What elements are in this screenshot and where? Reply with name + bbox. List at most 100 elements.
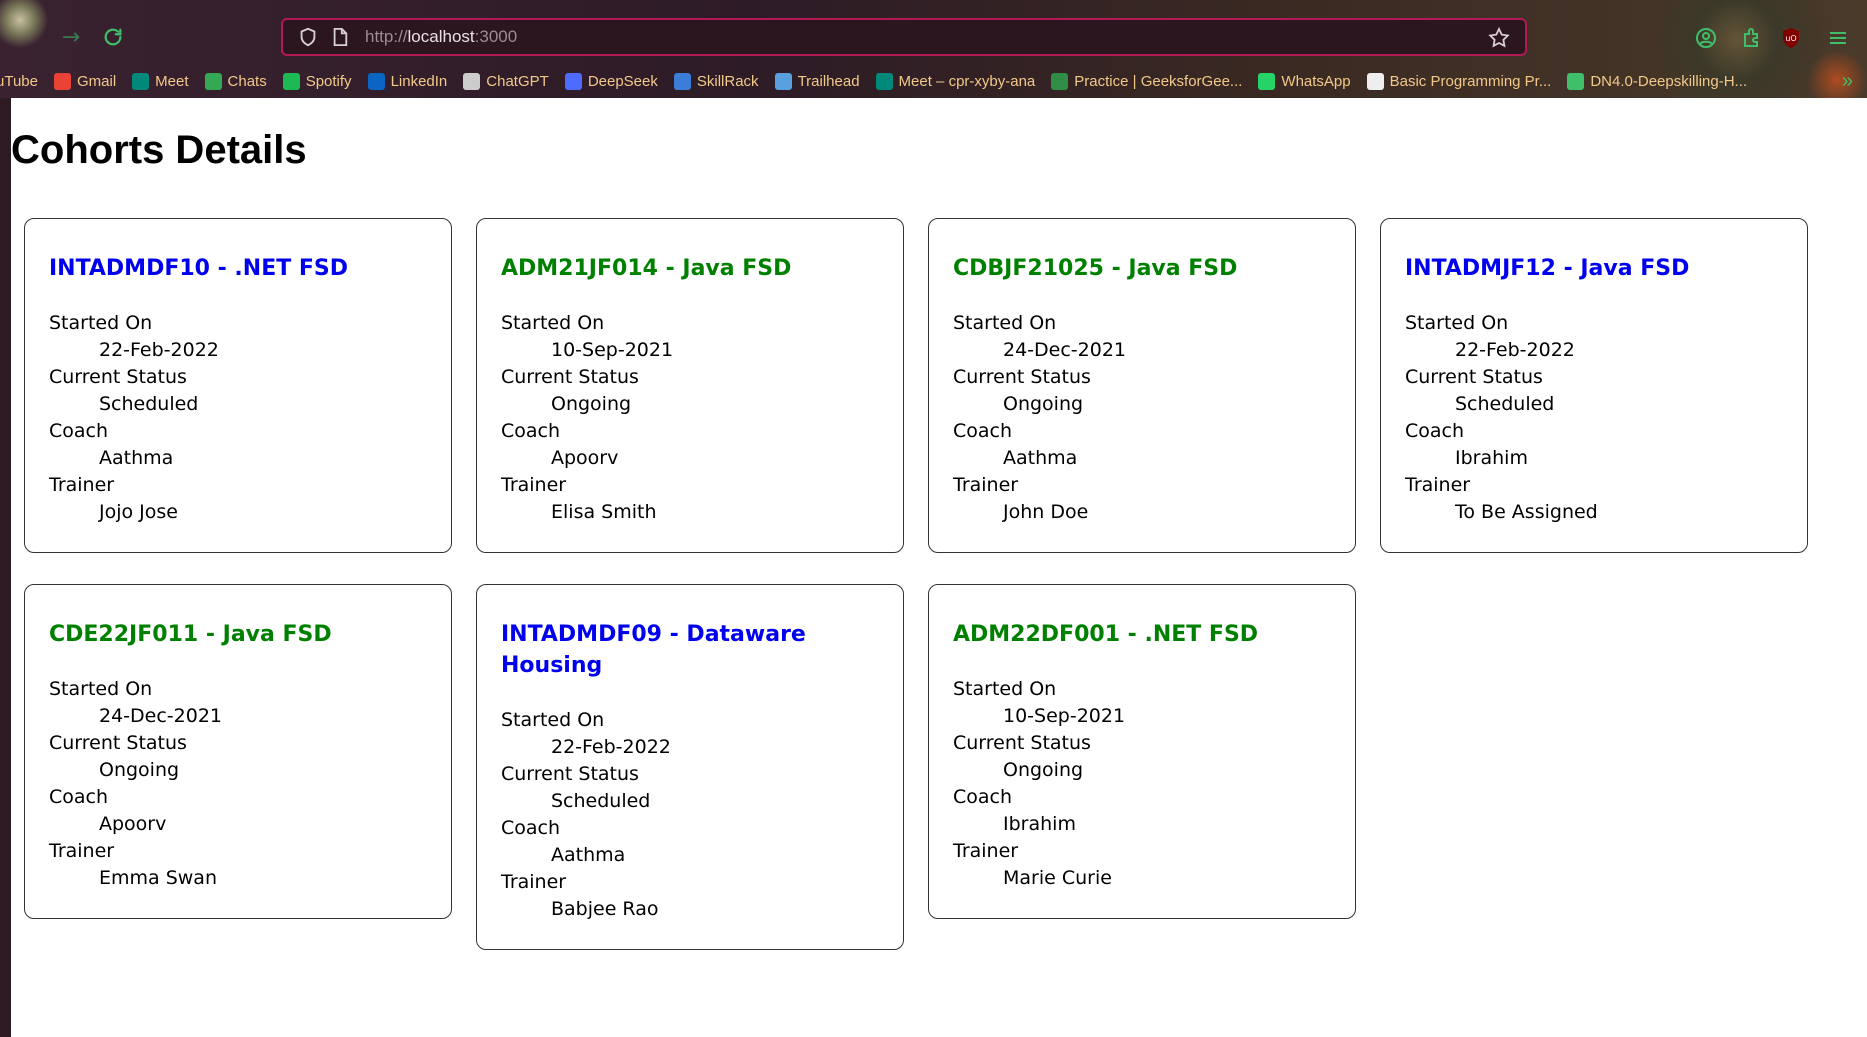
reload-button[interactable] xyxy=(98,22,128,52)
cohort-title: CDBJF21025 - Java FSD xyxy=(953,256,1238,281)
coach-label: Coach xyxy=(501,420,561,442)
coach-value: Apoorv xyxy=(551,447,619,469)
current-status-label: Current Status xyxy=(953,366,1091,388)
current-status-value: Ongoing xyxy=(99,759,180,781)
cohort-card: CDE22JF011 - Java FSD Started On 24-Dec-… xyxy=(24,584,452,919)
ublock-icon[interactable]: uO xyxy=(1779,26,1803,50)
browser-toolbar: → http://localhost:3000 uO uTube Gmail Mee… xyxy=(0,0,1867,98)
coach-label: Coach xyxy=(501,817,561,839)
bookmark-label: Spotify xyxy=(305,72,352,90)
bookmark-item[interactable]: DeepSeek xyxy=(564,72,658,90)
meet-icon xyxy=(132,72,150,90)
started-on-value: 22-Feb-2022 xyxy=(1455,339,1575,361)
spotify-icon xyxy=(282,72,300,90)
bookmark-label: Trailhead xyxy=(797,72,860,90)
current-status-value: Scheduled xyxy=(99,393,199,415)
coach-label: Coach xyxy=(953,786,1013,808)
started-on-label: Started On xyxy=(49,678,153,700)
coach-label: Coach xyxy=(953,420,1013,442)
cohort-details: Started On 22-Feb-2022 Current Status Sc… xyxy=(1405,310,1783,526)
globe-icon xyxy=(1567,72,1585,90)
cohort-title: INTADMJF12 - Java FSD xyxy=(1405,256,1690,281)
bookmark-label: DeepSeek xyxy=(587,72,658,90)
skillrack-icon xyxy=(673,72,691,90)
bookmark-item[interactable]: Chats xyxy=(204,72,267,90)
url-port: :3000 xyxy=(474,27,518,46)
started-on-label: Started On xyxy=(953,312,1057,334)
started-on-label: Started On xyxy=(49,312,153,334)
cohort-title: ADM21JF014 - Java FSD xyxy=(501,256,792,281)
chat-icon xyxy=(204,72,222,90)
bookmark-label: uTube xyxy=(0,72,38,90)
current-status-value: Scheduled xyxy=(1455,393,1555,415)
trainer-value: Elisa Smith xyxy=(551,501,657,523)
bookmarks-bar: uTube Gmail Meet Chats Spotify LinkedIn ChatGP… xyxy=(0,66,1867,96)
bookmark-label: Gmail xyxy=(76,72,117,90)
bookmark-item[interactable]: WhatsApp xyxy=(1258,72,1351,90)
started-on-value: 22-Feb-2022 xyxy=(551,736,671,758)
cohort-title: INTADMDF10 - .NET FSD xyxy=(49,256,349,281)
bookmark-item[interactable]: Basic Programming Pr... xyxy=(1366,72,1551,90)
bookmark-item[interactable]: Practice | GeeksforGee... xyxy=(1051,72,1242,90)
page-title: Cohorts Details xyxy=(11,128,307,172)
shield-icon[interactable] xyxy=(297,26,319,48)
cohort-details: Started On 24-Dec-2021 Current Status On… xyxy=(49,676,427,892)
coach-value: Apoorv xyxy=(99,813,167,835)
coach-value: Aathma xyxy=(1003,447,1078,469)
cohort-title: CDE22JF011 - Java FSD xyxy=(49,622,332,647)
bookmarks-overflow-icon[interactable]: » xyxy=(1842,70,1853,93)
url-text[interactable]: http://localhost:3000 xyxy=(365,27,517,47)
bookmark-item[interactable]: DN4.0-Deepskilling-H... xyxy=(1567,72,1748,90)
trainer-label: Trainer xyxy=(953,840,1019,862)
cohort-title: ADM22DF001 - .NET FSD xyxy=(953,622,1259,647)
bookmark-item[interactable]: Meet xyxy=(132,72,189,90)
cohort-details: Started On 22-Feb-2022 Current Status Sc… xyxy=(49,310,427,526)
menu-icon[interactable] xyxy=(1826,26,1850,50)
cohort-card: INTADMDF09 - Dataware Housing Started On… xyxy=(476,584,904,950)
forward-button[interactable]: → xyxy=(56,22,86,52)
trainer-label: Trainer xyxy=(501,871,567,893)
page-icon[interactable] xyxy=(331,26,349,48)
svg-text:uO: uO xyxy=(1785,34,1796,43)
window-edge xyxy=(0,98,11,1037)
cohort-card: CDBJF21025 - Java FSD Started On 24-Dec-… xyxy=(928,218,1356,553)
bookmark-item[interactable]: LinkedIn xyxy=(367,72,447,90)
bookmark-item[interactable]: Spotify xyxy=(282,72,352,90)
account-icon[interactable] xyxy=(1694,26,1718,50)
current-status-label: Current Status xyxy=(501,366,639,388)
linkedin-icon xyxy=(367,72,385,90)
bookmark-label: DN4.0-Deepskilling-H... xyxy=(1590,72,1748,90)
cohort-details: Started On 22-Feb-2022 Current Status Sc… xyxy=(501,707,879,923)
current-status-label: Current Status xyxy=(1405,366,1543,388)
bookmark-item[interactable]: Gmail xyxy=(53,72,117,90)
current-status-label: Current Status xyxy=(49,366,187,388)
bookmark-label: SkillRack xyxy=(696,72,759,90)
theme-decoration xyxy=(0,0,50,60)
bookmark-item[interactable]: Meet – cpr-xyby-ana xyxy=(875,72,1036,90)
bookmark-label: Chats xyxy=(227,72,267,90)
bookmark-item[interactable]: Trailhead xyxy=(774,72,860,90)
trainer-value: John Doe xyxy=(1003,501,1089,523)
coach-value: Ibrahim xyxy=(1003,813,1076,835)
address-bar[interactable]: http://localhost:3000 xyxy=(281,18,1527,56)
bookmark-label: WhatsApp xyxy=(1281,72,1351,90)
started-on-value: 22-Feb-2022 xyxy=(99,339,219,361)
extensions-icon[interactable] xyxy=(1740,26,1764,50)
started-on-label: Started On xyxy=(501,312,605,334)
trainer-value: Babjee Rao xyxy=(551,898,659,920)
cohort-title: INTADMDF09 - Dataware Housing xyxy=(501,622,806,678)
trainer-label: Trainer xyxy=(501,474,567,496)
bookmark-label: Meet – cpr-xyby-ana xyxy=(898,72,1036,90)
cohort-card: INTADMDF10 - .NET FSD Started On 22-Feb-… xyxy=(24,218,452,553)
trainer-label: Trainer xyxy=(1405,474,1471,496)
bookmark-item[interactable]: SkillRack xyxy=(673,72,759,90)
trainer-label: Trainer xyxy=(49,840,115,862)
bookmark-star-icon[interactable] xyxy=(1487,26,1511,50)
cohort-details: Started On 24-Dec-2021 Current Status On… xyxy=(953,310,1331,526)
coach-label: Coach xyxy=(49,420,109,442)
bookmark-item[interactable]: ChatGPT xyxy=(463,72,549,90)
trainer-label: Trainer xyxy=(953,474,1019,496)
current-status-value: Scheduled xyxy=(551,790,651,812)
cohort-details: Started On 10-Sep-2021 Current Status On… xyxy=(501,310,879,526)
bookmark-item[interactable]: uTube xyxy=(0,73,38,90)
